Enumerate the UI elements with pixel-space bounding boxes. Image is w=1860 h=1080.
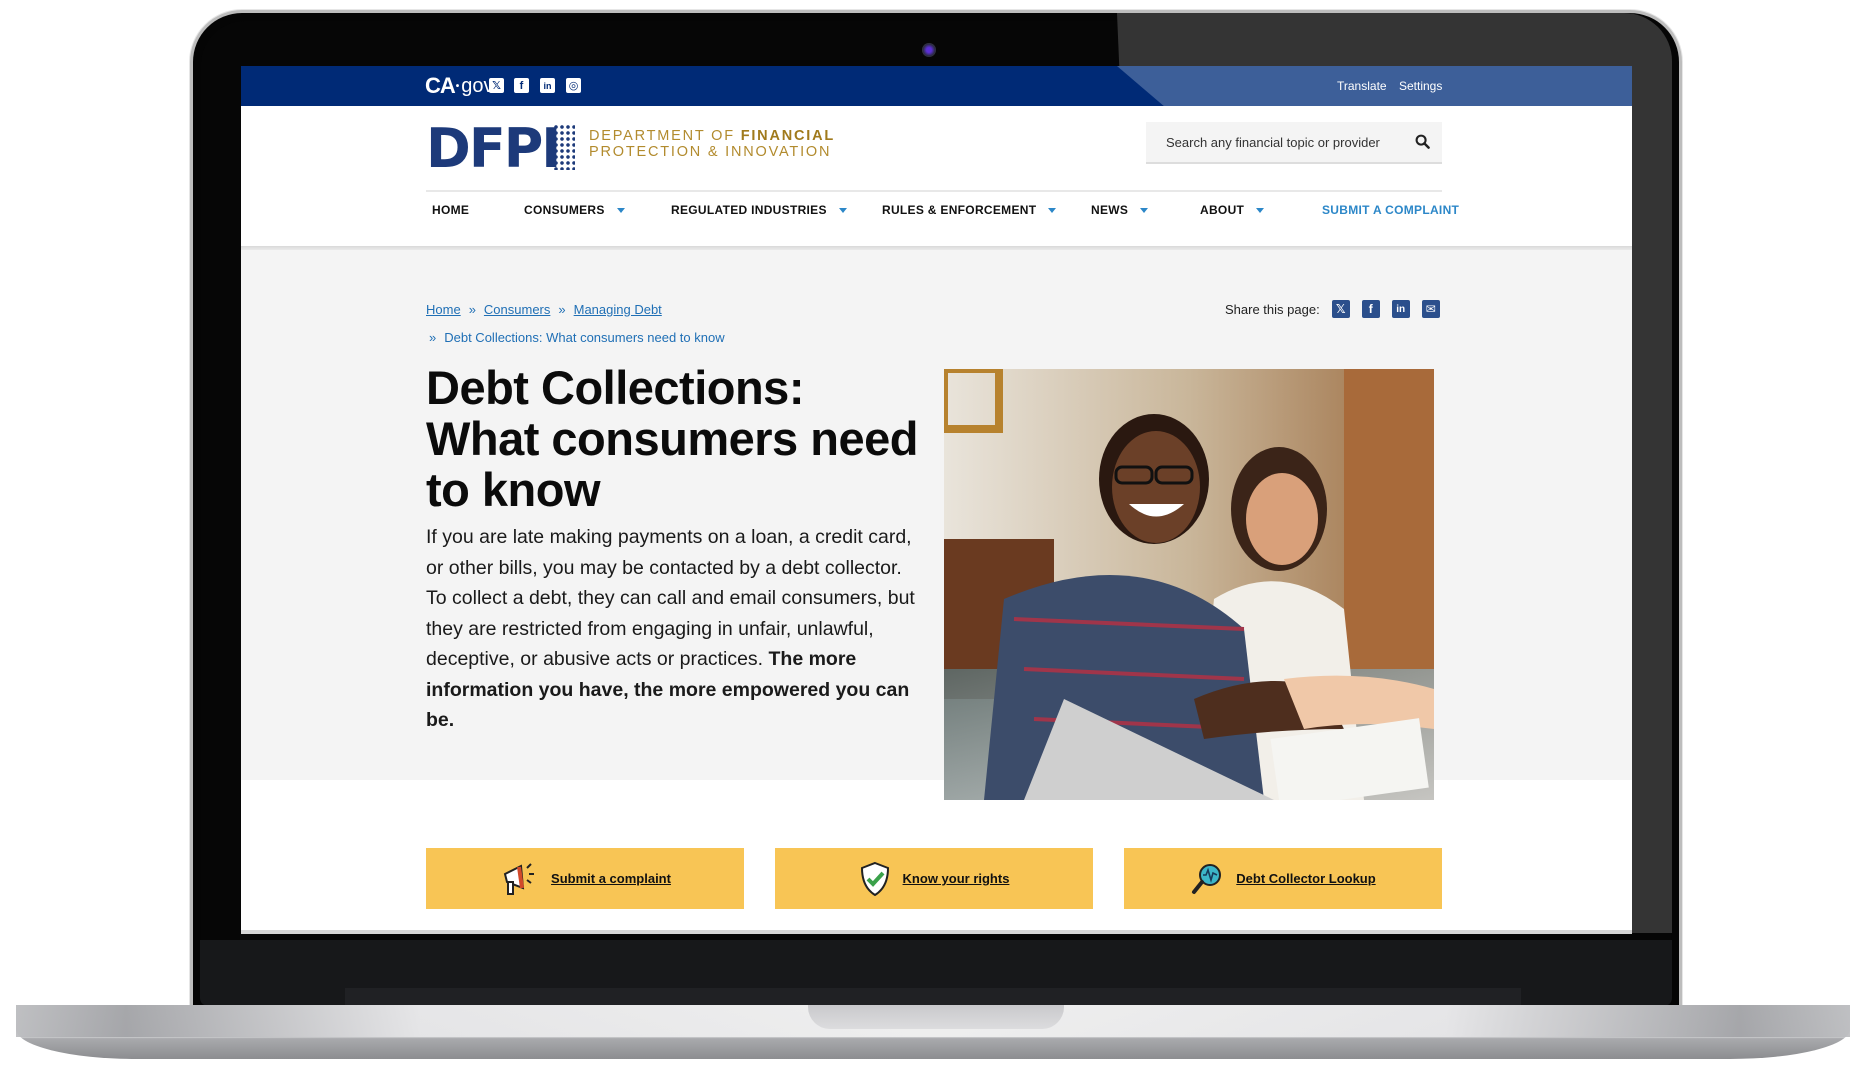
ca-gov-logo[interactable]: CA • gov (425, 73, 494, 99)
handshake-photo (944, 369, 1434, 800)
share-label: Share this page: (1225, 301, 1320, 317)
breadcrumb-consumers[interactable]: Consumers (484, 302, 550, 317)
caret-down-icon (616, 207, 625, 213)
department-name: DEPARTMENT OF FINANCIAL PROTECTION & INN… (589, 128, 835, 160)
dept-line1: DEPARTMENT OF (589, 128, 741, 144)
breadcrumb-current: » Debt Collections: What consumers need t… (429, 330, 725, 345)
facebook-icon[interactable]: f (514, 78, 529, 93)
breadcrumb-separator: » (468, 302, 476, 317)
megaphone-icon (503, 862, 535, 895)
nav-submit-complaint[interactable]: SUBMIT A COMPLAINT (1322, 203, 1459, 217)
translate-link[interactable]: Translate (1337, 79, 1387, 93)
browser-screen: CA • gov 𝕏 f in ◎ Translate Settings DFPI … (241, 66, 1632, 934)
logo-dots (553, 124, 575, 170)
laptop-mockup: CA • gov 𝕏 f in ◎ Translate Settings DFPI … (0, 0, 1860, 1080)
nav-consumers[interactable]: CONSUMERS (524, 203, 625, 217)
cta-submit-complaint[interactable]: Submit a complaint (426, 848, 744, 909)
lid-notch (808, 1005, 1064, 1029)
ca-gov-bar: CA • gov 𝕏 f in ◎ Translate Settings (241, 66, 1632, 106)
nav-rules-enforcement[interactable]: RULES & ENFORCEMENT (882, 203, 1057, 217)
breadcrumb: Home » Consumers » Managing Debt (426, 302, 662, 317)
caret-down-icon (1048, 207, 1057, 213)
breadcrumb-current-label: Debt Collections: What consumers need to… (444, 330, 725, 345)
search-input[interactable]: Search any financial topic or provider (1146, 122, 1442, 164)
nav-label: REGULATED INDUSTRIES (671, 203, 827, 217)
nav-home[interactable]: HOME (432, 203, 469, 217)
dept-line2: PROTECTION & INNOVATION (589, 144, 832, 160)
cta-know-your-rights[interactable]: Know your rights (775, 848, 1093, 909)
nav-news[interactable]: NEWS (1091, 203, 1149, 217)
share-bar: Share this page: 𝕏 f in ✉ (1225, 300, 1440, 318)
breadcrumb-managing-debt[interactable]: Managing Debt (574, 302, 662, 317)
x-icon[interactable]: 𝕏 (1331, 300, 1350, 318)
cta-row: Submit a complaint Know your rights Debt… (426, 848, 1442, 909)
hero-section: Home » Consumers » Managing Debt » Debt Colle… (241, 250, 1632, 800)
instagram-icon[interactable]: ◎ (566, 78, 581, 93)
cta-label: Submit a complaint (551, 871, 671, 886)
header-divider (426, 190, 1442, 192)
cta-label: Debt Collector Lookup (1236, 871, 1376, 886)
dfpi-logo[interactable]: DFPI (426, 122, 561, 176)
caret-down-icon (838, 207, 847, 213)
linkedin-icon[interactable]: in (540, 78, 555, 93)
caret-down-icon (1256, 207, 1265, 213)
screen-bottom-edge (241, 930, 1632, 934)
nav-label: SUBMIT A COMPLAINT (1322, 203, 1460, 217)
main-nav: HOME CONSUMERS REGULATED INDUSTRIES RULE… (426, 203, 1459, 223)
breadcrumb-home[interactable]: Home (426, 302, 461, 317)
nav-label: NEWS (1091, 203, 1129, 217)
email-icon[interactable]: ✉ (1421, 300, 1440, 318)
hinge (345, 988, 1521, 1006)
nav-label: HOME (432, 203, 470, 217)
webcam (922, 43, 936, 57)
nav-label: ABOUT (1200, 203, 1245, 217)
intro-paragraph: If you are late making payments on a loa… (426, 522, 926, 736)
nav-label: CONSUMERS (524, 203, 605, 217)
dept-line1-bold: FINANCIAL (740, 128, 836, 144)
x-icon[interactable]: 𝕏 (489, 78, 504, 93)
nav-regulated-industries[interactable]: REGULATED INDUSTRIES (671, 203, 847, 217)
page-title: Debt Collections: What consumers need to… (426, 361, 918, 516)
breadcrumb-separator: » (429, 330, 437, 345)
breadcrumb-separator: » (558, 302, 566, 317)
cta-debt-collector-lookup[interactable]: Debt Collector Lookup (1124, 848, 1442, 909)
nav-about[interactable]: ABOUT (1200, 203, 1265, 217)
facebook-icon[interactable]: f (1361, 300, 1380, 318)
settings-link[interactable]: Settings (1399, 79, 1442, 93)
shield-check-icon (860, 861, 889, 896)
ca-brand: CA (425, 73, 456, 98)
caret-down-icon (1140, 207, 1149, 213)
linkedin-icon[interactable]: in (1391, 300, 1410, 318)
hero-photo (944, 369, 1434, 800)
search-placeholder: Search any financial topic or provider (1166, 134, 1380, 150)
cta-label: Know your rights (902, 871, 1010, 886)
nav-label: RULES & ENFORCEMENT (882, 203, 1037, 217)
magnifier-icon (1192, 863, 1222, 894)
search-icon[interactable] (1415, 134, 1430, 149)
